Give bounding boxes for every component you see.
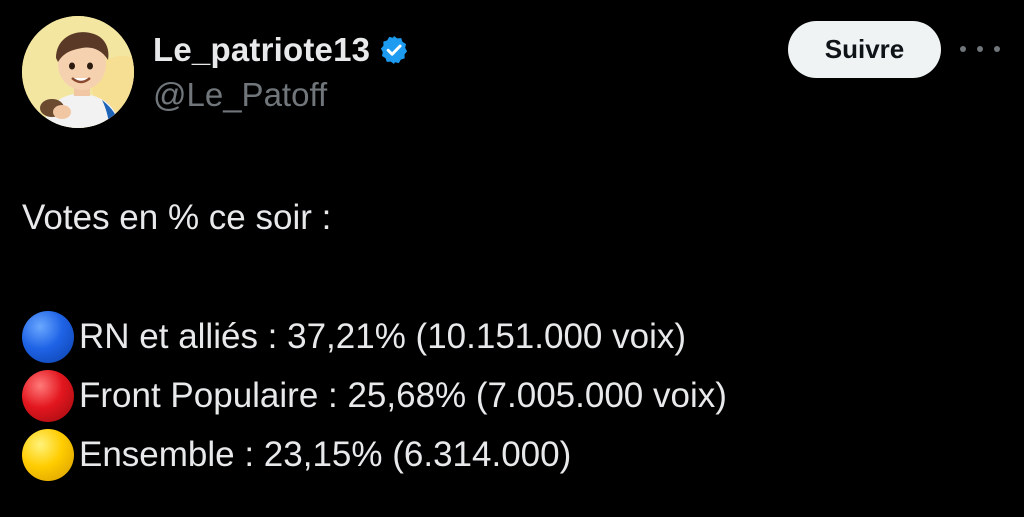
tweet: Le_patriote13 @Le_Patoff Suivre Votes en… (0, 0, 1024, 517)
avatar[interactable] (22, 16, 134, 128)
more-dot (994, 46, 1000, 52)
verified-badge-icon[interactable] (378, 34, 410, 66)
result-text: RN et alliés : 37,21% (10.151.000 voix) (79, 317, 686, 356)
more-dot (960, 46, 966, 52)
author-display-name[interactable]: Le_patriote13 (153, 31, 370, 69)
author-name-row: Le_patriote13 (153, 28, 410, 72)
tweet-intro-text: Votes en % ce soir : (22, 198, 332, 237)
result-text: Front Populaire : 25,68% (7.005.000 voix… (79, 376, 727, 415)
red-circle-icon (22, 370, 74, 422)
author-handle[interactable]: @Le_Patoff (153, 76, 327, 114)
result-line-rn: RN et alliés : 37,21% (10.151.000 voix) (22, 311, 686, 363)
result-line-ensemble: Ensemble : 23,15% (6.314.000) (22, 429, 571, 481)
result-line-front-populaire: Front Populaire : 25,68% (7.005.000 voix… (22, 370, 727, 422)
result-text: Ensemble : 23,15% (6.314.000) (79, 435, 572, 474)
more-dot (977, 46, 983, 52)
yellow-circle-icon (22, 429, 74, 481)
follow-button[interactable]: Suivre (788, 21, 941, 78)
avatar-illustration (22, 16, 134, 128)
more-horizontal-icon[interactable] (960, 38, 1000, 60)
blue-circle-icon (22, 311, 74, 363)
